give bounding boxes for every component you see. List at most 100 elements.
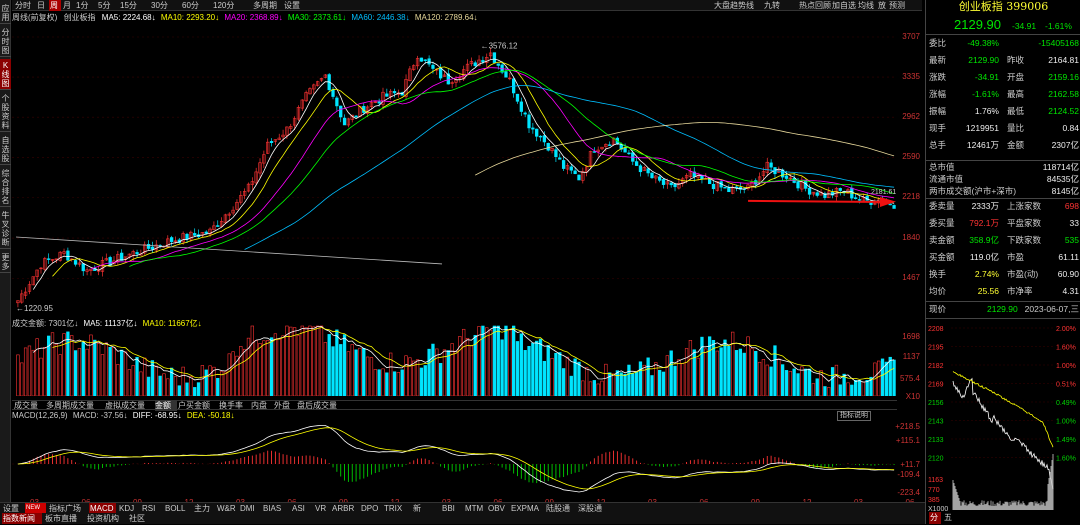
volume-bar	[266, 340, 270, 396]
last-annotation: 2181.61	[871, 189, 896, 196]
candle-body	[592, 151, 596, 153]
volume-bar	[684, 348, 689, 396]
candle-body	[354, 115, 358, 118]
candle-body	[492, 52, 497, 63]
volume-chart[interactable]	[12, 320, 897, 396]
mini-right-tick-4: 0.49%	[1056, 400, 1076, 407]
volume-bar	[538, 338, 543, 396]
volume-bar	[704, 348, 708, 396]
left-tab-3[interactable]: 个股资料	[0, 92, 11, 132]
price-tick-6: 1467	[902, 273, 920, 283]
volume-total-label: 成交金额: 7301亿↓	[12, 319, 79, 328]
sub-tab-6[interactable]: 内盘	[251, 401, 273, 411]
volume-bar	[757, 361, 762, 396]
volume-bar	[123, 351, 128, 396]
volume-bar	[715, 350, 719, 396]
top-right-hot_review[interactable]: 热点回顾	[799, 0, 831, 11]
volume-bar	[89, 334, 93, 396]
sub-tab-0[interactable]: 成交量	[14, 401, 45, 411]
left-tab-1[interactable]: 分时图	[0, 26, 11, 57]
volume-bar	[515, 341, 520, 396]
sub-tab-7[interactable]: 外盘	[274, 401, 296, 411]
candle-body	[577, 174, 581, 181]
candle-body	[150, 246, 155, 250]
volume-bar	[96, 343, 101, 396]
sub-tab-5[interactable]: 换手率	[219, 401, 250, 411]
indicator-help-button[interactable]: 指标说明	[837, 411, 871, 421]
top-right-open[interactable]: 放	[878, 0, 886, 11]
k-line-chart[interactable]: ←3576.12 ←1220.95 2181.61	[12, 12, 897, 312]
left-tab-4[interactable]: 自选股	[0, 134, 11, 165]
period-tab-0[interactable]: 分时	[14, 0, 35, 11]
top-right-nine[interactable]: 九转	[764, 0, 780, 11]
top-right-forecast[interactable]: 预测	[889, 0, 905, 11]
volume-bar	[727, 346, 731, 396]
period-tab-4[interactable]: 1分	[75, 0, 96, 11]
quote-row-label2: 量比	[1007, 123, 1025, 133]
left-tab-7[interactable]: 更多	[0, 251, 11, 273]
flow-row-value: 25.56	[977, 286, 999, 296]
left-tab-2[interactable]: K线图	[0, 59, 11, 90]
candle-body	[481, 60, 485, 63]
mini-right-tick-6: 1.49%	[1056, 437, 1076, 444]
sub-tab-1[interactable]: 多周期成交量	[46, 401, 104, 411]
info-tab-3[interactable]: 社区	[128, 513, 150, 524]
price-axis: 3707 3335 2962 2590 2218 1840 1467	[897, 12, 923, 312]
volume-bar	[696, 357, 700, 396]
period-tab-5[interactable]: 5分	[97, 0, 118, 11]
macd-chart[interactable]	[12, 414, 897, 498]
info-tab-2[interactable]: 投资机构	[86, 513, 126, 524]
quote-row-value: -34.91	[974, 72, 999, 82]
volume-bar	[492, 325, 497, 396]
volume-bar	[873, 362, 877, 396]
quote-name: 创业板指	[958, 0, 1003, 13]
candle-body	[608, 144, 612, 146]
left-tab-0[interactable]: 应用	[0, 2, 11, 24]
volume-bar	[780, 364, 785, 396]
period-tab-1[interactable]: 日	[36, 0, 48, 11]
mini-tab-0[interactable]: 分	[929, 512, 941, 524]
candle-body	[419, 57, 424, 62]
info-tab-0[interactable]: 指数新闻	[2, 513, 42, 524]
candle-body	[531, 127, 535, 130]
mini-tab-1[interactable]: 五	[943, 512, 955, 524]
left-tab-6[interactable]: 牛叉诊断	[0, 209, 11, 249]
sub-tab-3[interactable]: 金额	[155, 401, 177, 411]
volume-bar	[850, 384, 854, 396]
sub-tab-8[interactable]: 盘后成交量	[297, 401, 346, 411]
period-tab-6[interactable]: 15分	[119, 0, 149, 11]
volume-bar	[431, 343, 435, 396]
top-right-stock_ranking[interactable]: 大盘趋势线	[714, 0, 754, 11]
quote-row-value2: 2307亿	[1051, 140, 1079, 150]
period-tab-10[interactable]: 多周期	[252, 0, 282, 11]
price-tick-4: 2218	[902, 192, 920, 202]
candle-body	[473, 62, 477, 67]
flow-row-value2: 60.90	[1057, 269, 1079, 279]
quote-row-label: 振幅	[929, 106, 947, 116]
top-right-equal_line[interactable]: 均线	[858, 0, 874, 11]
period-tab-8[interactable]: 60分	[181, 0, 211, 11]
quote-rows: 委比 -49.38% -15405168 最新 2129.90 昨收 2164.81 涨跌 -3…	[926, 36, 1080, 160]
intraday-mini-chart[interactable]: 2208 2.00% 2195 1.60% 2182 1.00% 2169 0.51% 2156…	[927, 322, 1079, 512]
sub-tab-4[interactable]: 户买金额	[178, 401, 218, 411]
volume-bar	[296, 335, 301, 396]
quote-code: 399006	[1006, 0, 1049, 13]
mini-left-tick-0: 2208	[928, 326, 944, 333]
dea-line	[17, 427, 895, 490]
info-tab-1[interactable]: 板市直播	[44, 513, 84, 524]
flow-row-label2: 下跌家数	[1007, 235, 1042, 245]
period-tab-7[interactable]: 30分	[150, 0, 180, 11]
volume-bar	[446, 350, 450, 396]
period-tab-3[interactable]: 月	[62, 0, 74, 11]
flow-row-label: 均价	[929, 286, 947, 296]
top-right-add[interactable]: 加自选	[832, 0, 856, 11]
left-tab-5[interactable]: 综合排名	[0, 167, 11, 207]
period-tab-2[interactable]: 周	[49, 0, 61, 11]
period-tab-9[interactable]: 120分	[212, 0, 251, 11]
volume-bar	[381, 368, 385, 396]
volume-bar	[396, 372, 401, 396]
volume-bar	[846, 382, 850, 396]
period-tab-11[interactable]: 设置	[283, 0, 304, 11]
sub-tab-2[interactable]: 虚拟成交量	[105, 401, 154, 411]
mini-left-tick-5: 2143	[928, 419, 944, 426]
